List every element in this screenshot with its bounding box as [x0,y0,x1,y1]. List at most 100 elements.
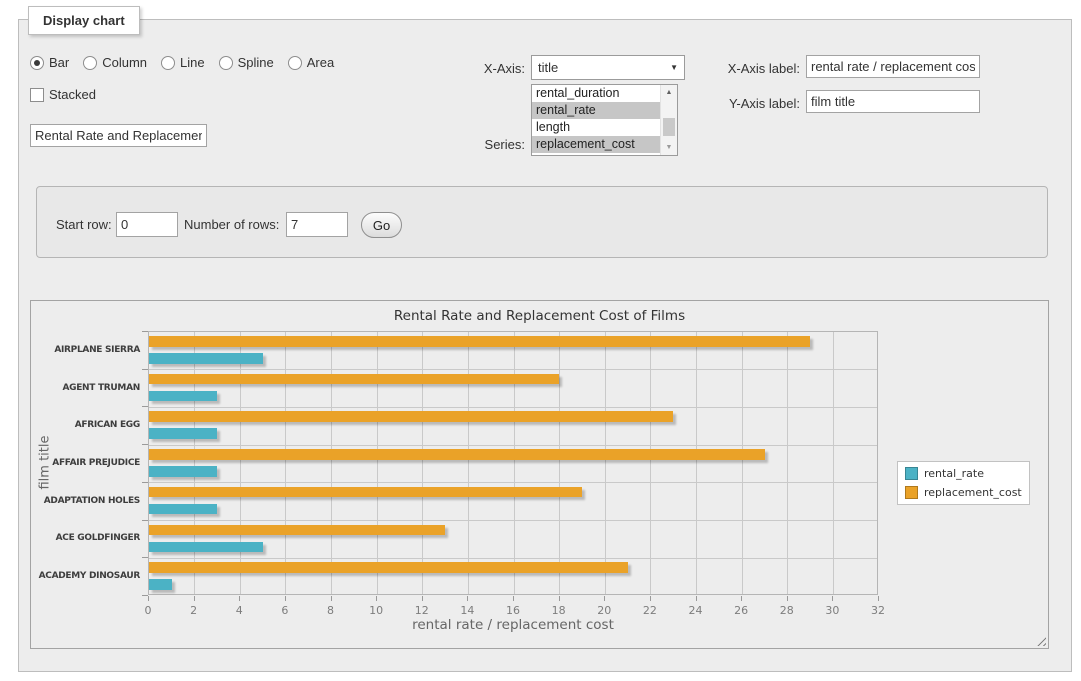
x-tick-mark [467,596,468,601]
series-option-rental_duration[interactable]: rental_duration [532,85,660,102]
y-tick-mark [142,520,148,521]
x-axis-label-input[interactable] [806,55,980,78]
radio-option-area[interactable]: Area [288,55,334,70]
gridline-horizontal [149,558,877,559]
gridline-vertical [422,332,423,594]
category-label: AFRICAN EGG [36,406,140,444]
gridline-vertical [696,332,697,594]
x-tick-label: 4 [224,604,254,617]
x-tick-label: 8 [316,604,346,617]
chart-type-radio-group: Bar Column Line Spline Area [30,55,334,70]
gridline-vertical [468,332,469,594]
resize-handle[interactable] [1036,636,1046,646]
bar-replacement_cost [149,562,628,573]
number-of-rows-input[interactable] [286,212,348,237]
y-tick-mark [142,331,148,332]
x-tick-label: 20 [589,604,619,617]
gridline-vertical [605,332,606,594]
x-axis-select[interactable]: title ▼ [531,55,685,80]
start-row-input[interactable] [116,212,178,237]
y-tick-mark [142,406,148,407]
bar-replacement_cost [149,374,559,385]
x-tick-mark [878,596,879,601]
gridline-vertical [742,332,743,594]
x-tick-mark [741,596,742,601]
panel-title: Display chart [28,6,140,35]
x-tick-label: 2 [179,604,209,617]
bar-replacement_cost [149,336,810,347]
x-tick-label: 24 [681,604,711,617]
x-tick-label: 12 [407,604,437,617]
go-button[interactable]: Go [361,212,402,238]
category-label: AGENT TRUMAN [36,369,140,407]
stacked-checkbox[interactable]: Stacked [30,87,96,102]
plot-area [148,331,878,595]
series-options: rental_durationrental_ratelengthreplacem… [532,85,660,155]
x-axis-select-label: X-Axis: [440,61,525,76]
y-tick-mark [142,595,148,596]
x-tick-mark [650,596,651,601]
scroll-up-icon[interactable]: ▲ [661,85,677,100]
radio-label: Area [307,55,334,70]
x-axis-label-label: X-Axis label: [700,61,800,76]
x-tick-mark [194,596,195,601]
y-axis-label-input[interactable] [806,90,980,113]
radio-icon [161,56,175,70]
series-option-rental_rate[interactable]: rental_rate [532,102,660,119]
y-tick-mark [142,557,148,558]
chart-container: Rental Rate and Replacement Cost of Film… [30,300,1049,649]
radio-option-line[interactable]: Line [161,55,205,70]
chevron-down-icon: ▼ [670,63,678,72]
x-tick-mark [285,596,286,601]
bar-rental_rate [149,466,217,477]
radio-label: Bar [49,55,69,70]
gridline-horizontal [149,445,877,446]
radio-option-spline[interactable]: Spline [219,55,274,70]
gridline-vertical [240,332,241,594]
gridline-vertical [559,332,560,594]
x-tick-label: 26 [726,604,756,617]
x-tick-mark [832,596,833,601]
bar-replacement_cost [149,411,673,422]
category-label: ADAPTATION HOLES [36,482,140,520]
series-option-length[interactable]: length [532,119,660,136]
start-row-label: Start row: [56,217,112,232]
x-tick-label: 22 [635,604,665,617]
radio-option-column[interactable]: Column [83,55,147,70]
bar-replacement_cost [149,449,765,460]
radio-label: Spline [238,55,274,70]
gridline-vertical [787,332,788,594]
x-tick-mark [696,596,697,601]
x-tick-label: 10 [361,604,391,617]
x-tick-mark [239,596,240,601]
series-multiselect[interactable]: rental_durationrental_ratelengthreplacem… [531,84,678,156]
gridline-vertical [833,332,834,594]
category-label: ACADEMY DINOSAUR [36,557,140,595]
x-tick-label: 30 [817,604,847,617]
x-tick-label: 14 [452,604,482,617]
bar-replacement_cost [149,487,582,498]
scroll-down-icon[interactable]: ▼ [661,140,677,155]
y-tick-mark [142,482,148,483]
category-label: AIRPLANE SIERRA [36,331,140,369]
chart-title-input[interactable] [30,124,207,147]
x-axis-title: rental rate / replacement cost [148,617,878,633]
x-tick-label: 18 [544,604,574,617]
scrollbar-thumb[interactable] [663,118,675,136]
series-option-replacement_cost[interactable]: replacement_cost [532,136,660,153]
x-tick-mark [148,596,149,601]
radio-option-bar[interactable]: Bar [30,55,69,70]
page: Display chart Bar Column Line Spline Area St… [0,0,1081,681]
x-tick-mark [559,596,560,601]
legend-item: rental_rate [898,464,1029,483]
chart-title: Rental Rate and Replacement Cost of Film… [31,308,1048,324]
x-tick-mark [604,596,605,601]
bar-rental_rate [149,579,172,590]
series-select-label: Series: [440,137,525,152]
gridline-horizontal [149,482,877,483]
gridline-horizontal [149,369,877,370]
radio-icon [30,56,44,70]
radio-dot [34,60,40,66]
gridline-vertical [650,332,651,594]
series-list-scrollbar[interactable]: ▲ ▼ [660,85,677,155]
